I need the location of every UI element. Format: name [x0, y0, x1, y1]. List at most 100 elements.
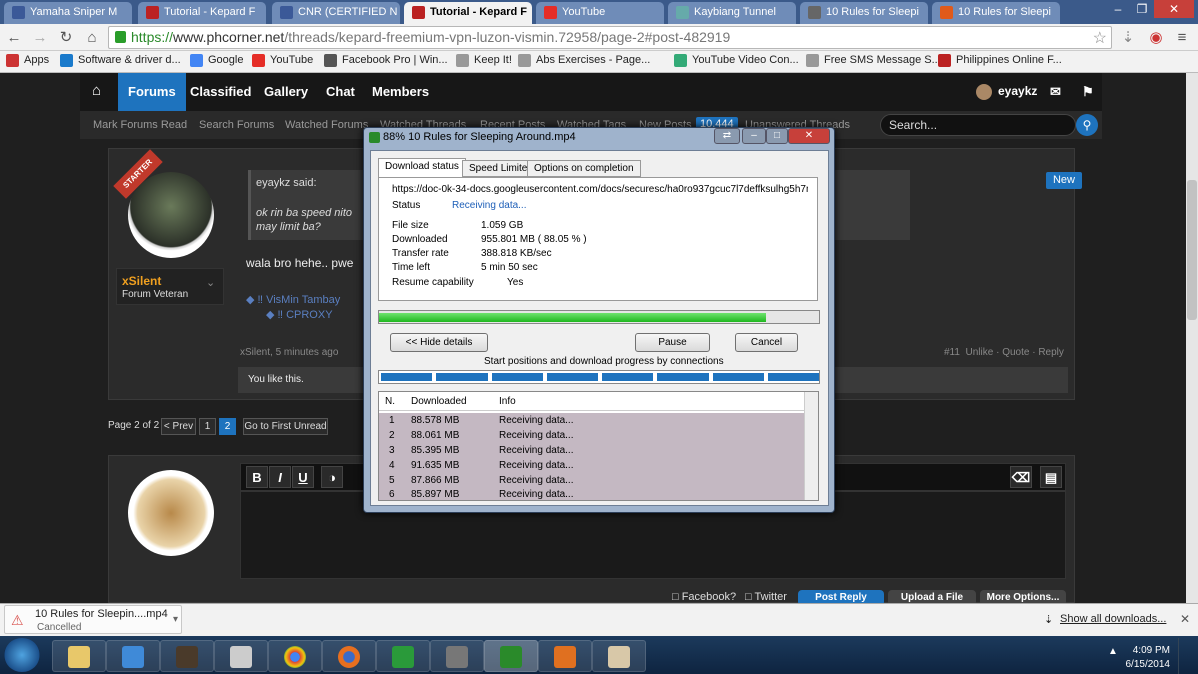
- bookmark-facebook-pro[interactable]: Facebook Pro | Win...: [324, 54, 448, 67]
- start-button[interactable]: [4, 638, 40, 672]
- close-icon[interactable]: ✕: [1154, 0, 1194, 18]
- dialog-extra-icon[interactable]: ⇄: [714, 128, 740, 144]
- bookmark-philippines-online[interactable]: Philippines Online F...: [938, 54, 1062, 67]
- extension-icon[interactable]: ◉: [1146, 28, 1166, 48]
- nav-gallery[interactable]: Gallery: [264, 84, 308, 99]
- minimize-icon[interactable]: –: [1106, 0, 1130, 18]
- bookmark-youtube[interactable]: YouTube: [252, 54, 313, 67]
- proxy-taskbar-button[interactable]: [538, 640, 592, 672]
- facebook-checkbox[interactable]: □ Facebook?: [672, 591, 736, 603]
- list-item[interactable]: 6 85.897 MB Receiving data...: [379, 488, 804, 500]
- menu-icon[interactable]: ≡: [1172, 28, 1192, 48]
- nav-forums[interactable]: Forums: [128, 84, 176, 99]
- go-first-unread-button[interactable]: Go to First Unread: [243, 418, 328, 435]
- list-item[interactable]: 2 88.061 MB Receiving data...: [379, 428, 804, 443]
- color-icon[interactable]: ◑: [321, 466, 343, 488]
- avatar[interactable]: [128, 470, 214, 556]
- bookmark-software[interactable]: Software & driver d...: [60, 54, 181, 67]
- tab-tutorial-active[interactable]: Tutorial - Kepard F: [404, 2, 532, 24]
- bold-button[interactable]: B: [246, 466, 268, 488]
- list-item[interactable]: 3 85.395 MB Receiving data...: [379, 443, 804, 458]
- tab-kaybiang[interactable]: Kaybiang Tunnel: [668, 2, 796, 24]
- subnav-search-forums[interactable]: Search Forums: [199, 119, 274, 131]
- tab-download-status[interactable]: Download status: [378, 158, 466, 178]
- download-item[interactable]: ⚠ 10 Rules for Sleepin....mp4 Cancelled …: [4, 605, 182, 634]
- reload-icon[interactable]: ↻: [56, 28, 76, 48]
- avatar[interactable]: [128, 172, 214, 258]
- tab-10-rules-2[interactable]: 10 Rules for Sleepi: [932, 2, 1060, 24]
- bookmark-keep-it[interactable]: Keep It!: [456, 54, 512, 67]
- cancel-button[interactable]: Cancel: [735, 333, 798, 352]
- back-icon[interactable]: ←: [4, 28, 24, 48]
- user-menu[interactable]: eyaykz: [998, 84, 1037, 98]
- page-scrollbar[interactable]: [1186, 73, 1198, 603]
- tab-options-completion[interactable]: Options on completion: [527, 160, 641, 177]
- list-item[interactable]: 1 88.578 MB Receiving data...: [379, 413, 804, 428]
- tunnel-taskbar-button[interactable]: [430, 640, 484, 672]
- pager-page-2[interactable]: 2: [219, 418, 236, 435]
- close-icon[interactable]: ✕: [1180, 612, 1190, 626]
- tray-arrow-icon[interactable]: ▲: [1108, 646, 1118, 657]
- tab-tutorial-1[interactable]: Tutorial - Kepard F: [138, 2, 266, 24]
- eraser-icon[interactable]: ⌫: [1010, 466, 1032, 488]
- underline-button[interactable]: U: [292, 466, 314, 488]
- post-username[interactable]: xSilent: [122, 274, 161, 288]
- idm-taskbar-button[interactable]: [484, 640, 538, 672]
- source-icon[interactable]: ▤: [1040, 466, 1062, 488]
- tab-cnr[interactable]: CNR (CERTIFIED N: [272, 2, 400, 24]
- bookmark-star-icon[interactable]: ☆: [1093, 28, 1107, 48]
- bookmark-youtube-converter[interactable]: YouTube Video Con...: [674, 54, 799, 67]
- italic-button[interactable]: I: [269, 466, 291, 488]
- show-all-downloads-link[interactable]: Show all downloads...: [1060, 613, 1166, 625]
- twitter-checkbox[interactable]: □ Twitter: [745, 591, 787, 603]
- tab-10-rules-1[interactable]: 10 Rules for Sleepi: [800, 2, 928, 24]
- quote-author[interactable]: eyaykz said:: [256, 177, 317, 189]
- mail-icon[interactable]: ✉: [1050, 84, 1061, 100]
- avatar[interactable]: [976, 84, 992, 100]
- bookmark-google[interactable]: Google: [190, 54, 243, 67]
- firefox-taskbar-button[interactable]: [322, 640, 376, 672]
- home-icon[interactable]: ⌂: [82, 28, 102, 48]
- pager-prev[interactable]: < Prev: [161, 418, 196, 435]
- pager-page-1[interactable]: 1: [199, 418, 216, 435]
- app-taskbar-button[interactable]: [106, 640, 160, 672]
- subnav-mark-read[interactable]: Mark Forums Read: [93, 119, 187, 131]
- tab-yamaha[interactable]: Yamaha Sniper M: [4, 2, 132, 24]
- hide-details-button[interactable]: << Hide details: [390, 333, 488, 352]
- signature-line-1[interactable]: ◆ ‼ VisMin Tambay: [246, 293, 340, 306]
- signature-line-2[interactable]: ◆ ‼ CPROXY: [266, 308, 333, 321]
- show-desktop-button[interactable]: [1178, 638, 1198, 674]
- nav-classified[interactable]: Classified: [190, 84, 251, 99]
- forum-search-input[interactable]: Search...: [880, 114, 1076, 136]
- post-meta[interactable]: xSilent, 5 minutes ago: [240, 347, 338, 358]
- bookmark-apps[interactable]: Apps: [6, 54, 49, 67]
- nav-members[interactable]: Members: [372, 84, 429, 99]
- tab-youtube[interactable]: YouTube: [536, 2, 664, 24]
- pause-button[interactable]: Pause: [635, 333, 710, 352]
- search-icon[interactable]: ⚲: [1076, 114, 1098, 136]
- forward-icon[interactable]: →: [30, 28, 50, 48]
- dialog-minimize-icon[interactable]: –: [742, 128, 766, 144]
- list-scrollbar[interactable]: [804, 392, 818, 500]
- game-taskbar-button[interactable]: [160, 640, 214, 672]
- paint-taskbar-button[interactable]: [592, 640, 646, 672]
- dialog-maximize-icon[interactable]: □: [766, 128, 788, 144]
- maximize-icon[interactable]: ❐: [1130, 0, 1154, 18]
- list-item[interactable]: 4 91.635 MB Receiving data...: [379, 458, 804, 473]
- nav-chat[interactable]: Chat: [326, 84, 355, 99]
- dialog-close-icon[interactable]: ✕: [788, 128, 830, 144]
- bookmark-abs[interactable]: Abs Exercises - Page...: [518, 54, 650, 67]
- download-icon[interactable]: ⇣: [1118, 28, 1138, 48]
- list-item[interactable]: 5 87.866 MB Receiving data...: [379, 473, 804, 488]
- subnav-watched-forums[interactable]: Watched Forums: [285, 119, 368, 131]
- chevron-down-icon[interactable]: ▾: [173, 614, 178, 625]
- explorer-taskbar-button[interactable]: [52, 640, 106, 672]
- app-taskbar-button-2[interactable]: [376, 640, 430, 672]
- chevron-down-icon[interactable]: ⌄: [206, 276, 215, 289]
- bookmark-free-sms[interactable]: Free SMS Message S...: [806, 54, 941, 67]
- device-taskbar-button[interactable]: [214, 640, 268, 672]
- flag-icon[interactable]: ⚑: [1082, 84, 1094, 100]
- address-bar[interactable]: https://www.phcorner.net/threads/kepard-…: [108, 26, 1112, 49]
- system-clock[interactable]: 4:09 PM 6/15/2014: [1118, 644, 1171, 672]
- home-icon[interactable]: ⌂: [92, 82, 101, 99]
